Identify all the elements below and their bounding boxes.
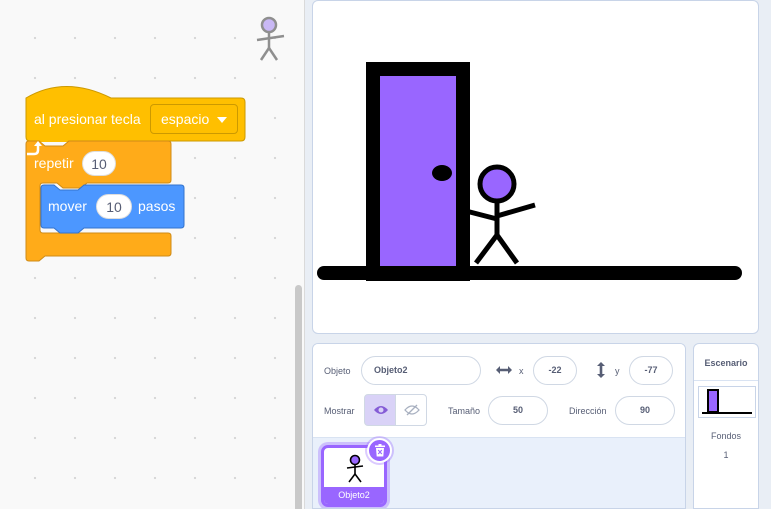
- show-label: Mostrar: [324, 406, 355, 416]
- stage-selector[interactable]: Escenario Fondos 1: [693, 343, 759, 509]
- move-steps-block[interactable]: mover 10 pasos: [40, 184, 185, 236]
- sprite-tile-name: Objeto2: [324, 487, 384, 504]
- loop-arrow-icon: [27, 141, 42, 156]
- code-workspace[interactable]: al presionar tecla espacio repetir 10 mo…: [0, 0, 305, 509]
- stick-figure-sprite[interactable]: [465, 164, 536, 265]
- trash-icon: [375, 444, 385, 457]
- eye-icon: [374, 406, 388, 414]
- y-input[interactable]: -77: [629, 356, 673, 385]
- sprite-thumbnail: [346, 454, 364, 483]
- backdrops-label: Fondos: [710, 431, 742, 441]
- delete-sprite-button[interactable]: [367, 438, 392, 463]
- current-sprite-icon: [256, 16, 285, 61]
- repeat-count-input[interactable]: 10: [82, 151, 116, 176]
- vertical-arrows-icon: [597, 362, 605, 378]
- sprite-name-input[interactable]: Objeto2: [361, 356, 481, 385]
- size-label: Tamaño: [448, 406, 481, 416]
- eye-slash-icon: [404, 404, 420, 416]
- sprite-name-label: Objeto: [324, 366, 351, 376]
- hide-sprite-button[interactable]: [395, 394, 427, 426]
- backdrop-thumbnail[interactable]: [698, 386, 756, 418]
- y-label: y: [615, 366, 620, 376]
- sprite-info: Objeto Objeto2 x -22 y -77 Mostrar Tamañ…: [313, 344, 685, 438]
- door-sprite[interactable]: [366, 62, 470, 281]
- vertical-scrollbar[interactable]: [295, 285, 302, 509]
- show-sprite-button[interactable]: [364, 394, 396, 426]
- direction-label: Dirección: [569, 406, 607, 416]
- sprite-pane: Objeto Objeto2 x -22 y -77 Mostrar Tamañ…: [312, 343, 686, 509]
- key-dropdown[interactable]: espacio: [150, 104, 238, 134]
- x-label: x: [519, 366, 524, 376]
- key-dropdown-value: espacio: [161, 111, 210, 127]
- move-label: mover: [48, 198, 87, 214]
- dropdown-caret-icon: [217, 117, 227, 123]
- stage-selector-divider: [694, 380, 758, 381]
- move-unit-label: pasos: [138, 198, 176, 214]
- move-steps-input[interactable]: 10: [96, 194, 132, 219]
- stage-canvas[interactable]: [312, 0, 759, 334]
- horizontal-arrows-icon: [496, 366, 512, 374]
- x-input[interactable]: -22: [533, 356, 577, 385]
- hat-block-label: al presionar tecla: [34, 111, 141, 127]
- when-key-pressed-block[interactable]: al presionar tecla espacio: [25, 81, 246, 142]
- size-input[interactable]: 50: [488, 396, 548, 425]
- backdrops-count: 1: [723, 450, 729, 460]
- repeat-label: repetir: [34, 155, 74, 171]
- direction-input[interactable]: 90: [615, 396, 675, 425]
- stage-selector-title: Escenario: [704, 358, 748, 368]
